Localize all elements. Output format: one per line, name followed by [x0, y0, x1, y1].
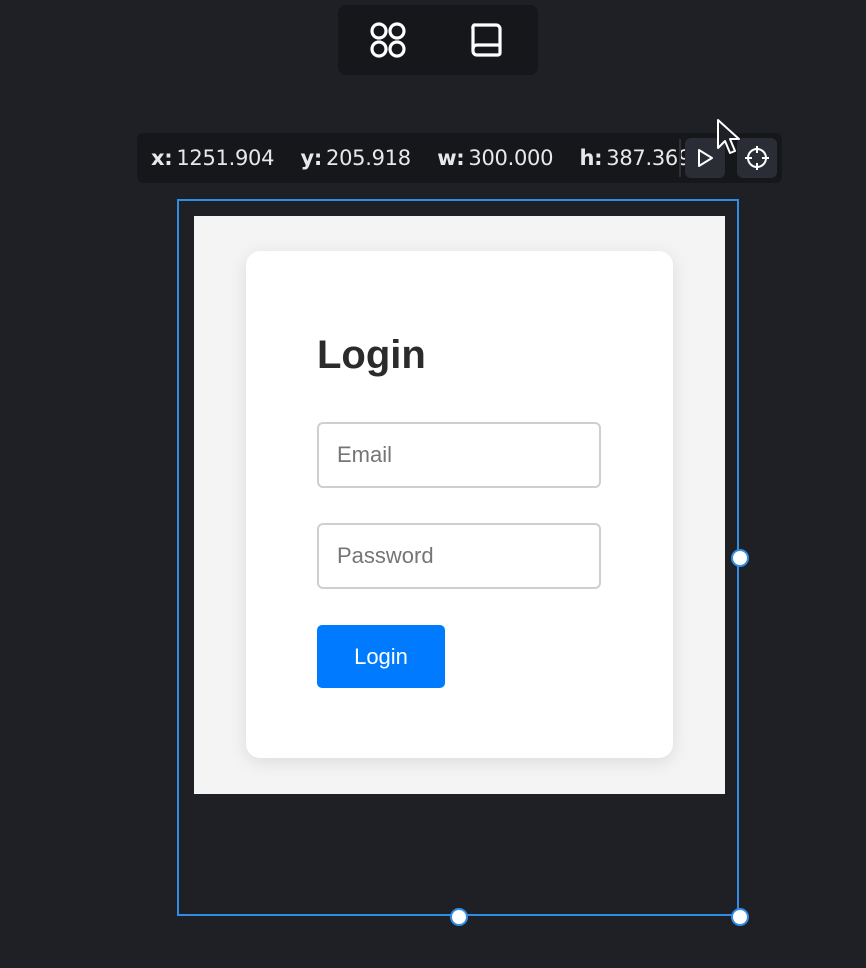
coordinates-bar: x: 1251.904 y: 205.918 w: 300.000 h: 387.369	[137, 133, 782, 183]
divider	[679, 139, 681, 177]
book-icon	[462, 15, 512, 65]
coordinates-readout: x: 1251.904 y: 205.918 w: 300.000 h: 387.369	[151, 146, 691, 170]
components-button[interactable]	[363, 15, 413, 65]
locate-button[interactable]	[737, 138, 777, 178]
y-label: y:	[300, 146, 323, 170]
email-input[interactable]	[317, 422, 601, 488]
top-toolbar	[338, 5, 538, 75]
w-label: w:	[437, 146, 465, 170]
login-title: Login	[317, 333, 426, 377]
mouse-cursor-icon	[716, 118, 742, 158]
password-input[interactable]	[317, 523, 601, 589]
y-value: 205.918	[326, 146, 411, 170]
w-value: 300.000	[468, 146, 554, 170]
x-label: x:	[151, 146, 173, 170]
crosshair-icon	[737, 138, 777, 178]
components-icon	[363, 15, 413, 65]
resize-handle-bottom[interactable]	[450, 908, 468, 926]
x-value: 1251.904	[176, 146, 275, 170]
component-preview: Login Login	[194, 216, 725, 794]
login-button[interactable]: Login	[317, 625, 445, 688]
resize-handle-right[interactable]	[731, 549, 749, 567]
design-canvas[interactable]: x: 1251.904 y: 205.918 w: 300.000 h: 387.369	[0, 0, 866, 968]
h-label: h:	[579, 146, 603, 170]
book-button[interactable]	[462, 15, 512, 65]
resize-handle-corner[interactable]	[731, 908, 749, 926]
login-card: Login Login	[246, 251, 673, 758]
